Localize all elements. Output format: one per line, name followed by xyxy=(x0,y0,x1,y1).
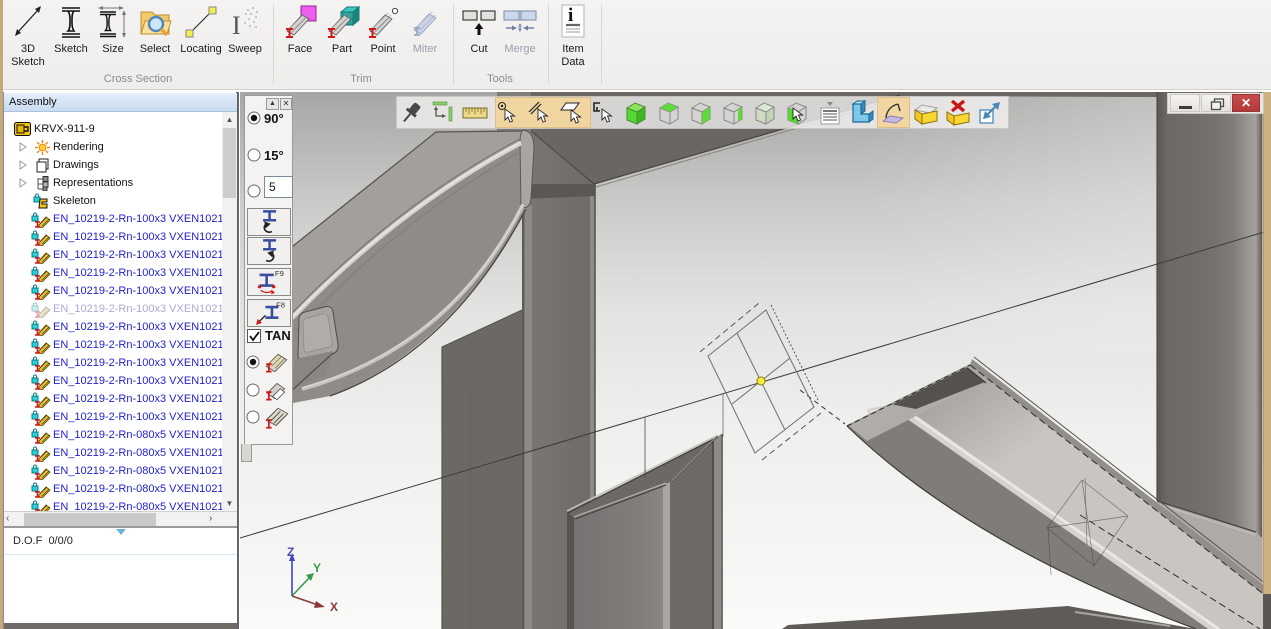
svg-text:X: X xyxy=(330,600,338,614)
svg-text:Y: Y xyxy=(313,561,321,575)
svg-text:i: i xyxy=(568,5,573,26)
svg-text:I: I xyxy=(232,11,241,40)
svg-text:F8: F8 xyxy=(276,301,285,310)
svg-text:Z: Z xyxy=(287,545,294,559)
svg-text:F9: F9 xyxy=(275,269,284,278)
